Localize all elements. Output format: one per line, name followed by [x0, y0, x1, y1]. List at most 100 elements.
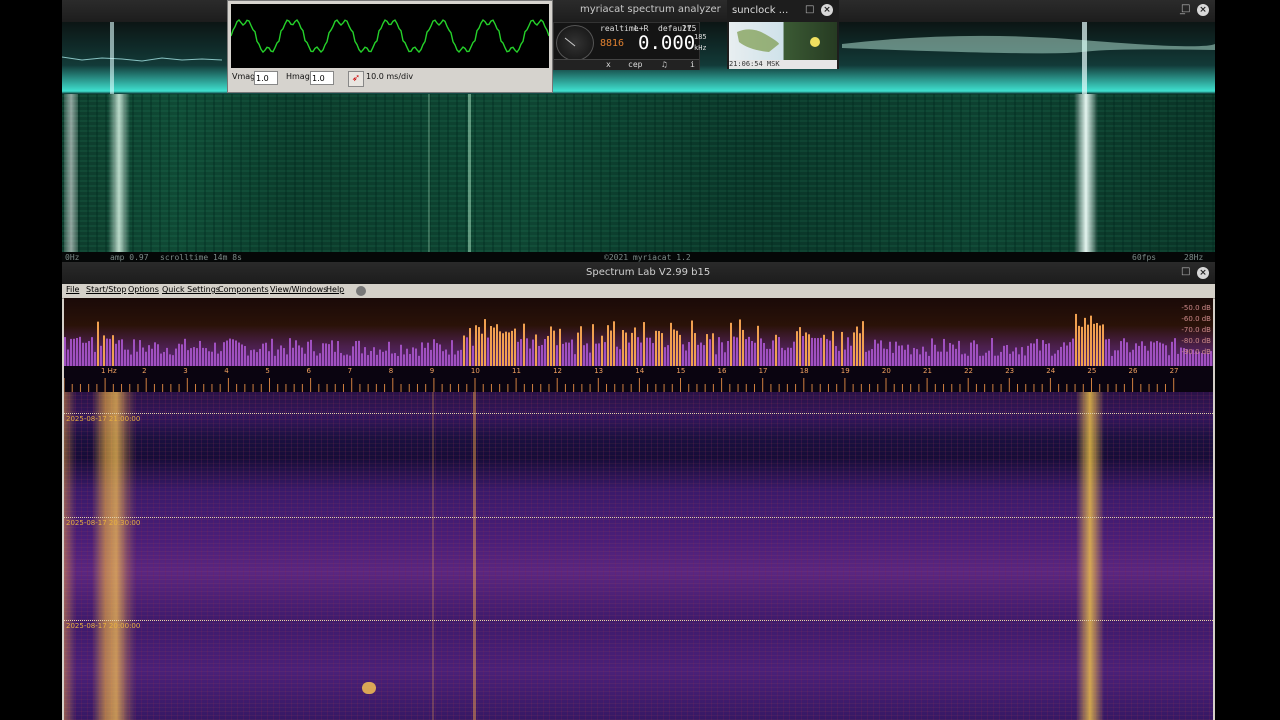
spectrum-bar [1099, 325, 1101, 366]
vmag-input[interactable] [254, 71, 278, 85]
spectrum-bar [514, 328, 516, 366]
spectrum-bar [1072, 338, 1074, 366]
maximize-icon[interactable]: □ [1181, 266, 1190, 277]
spectrum-bar [316, 355, 318, 366]
maximize-icon[interactable]: □ [805, 4, 814, 15]
spectrum-bar [139, 340, 141, 366]
spectrum-bar [490, 326, 492, 366]
spectrum-bar [319, 353, 321, 366]
spectrum-bar [268, 351, 270, 366]
status-freq-min: 0Hz [65, 253, 80, 262]
time-marker-line [64, 517, 1213, 518]
spectrum-bar [847, 337, 849, 366]
spectrum-bar [838, 350, 840, 366]
spectrum-bar [1123, 338, 1125, 366]
spectrum-bar [550, 326, 552, 366]
meter-btn-music[interactable]: ♫ [662, 60, 667, 69]
spectrum-bar [1135, 343, 1137, 366]
spectrum-bar [907, 344, 909, 366]
spectrum-bar [697, 344, 699, 366]
close-icon[interactable]: × [821, 4, 833, 16]
meter-btn-cep[interactable]: cep [628, 60, 642, 69]
signal-blob [362, 682, 376, 694]
spectrum-bar [442, 351, 444, 366]
menu-start-stop[interactable]: Start/Stop [86, 285, 126, 294]
spectrum-bar [712, 333, 714, 366]
spectrum-bar [862, 321, 864, 366]
spectrum-bar [628, 342, 630, 366]
frequency-tick-label: 3 [183, 367, 188, 375]
signal-streak [1074, 94, 1098, 252]
spectrum-bar [70, 338, 72, 366]
maximize-icon[interactable]: □ [1181, 3, 1190, 14]
spectrum-bar [1126, 342, 1128, 366]
spectrum-bar [421, 342, 423, 366]
spectrum-bar [910, 354, 912, 366]
signal-streak [64, 392, 76, 720]
signal-streak [64, 94, 78, 252]
spectrum-bar [652, 343, 654, 366]
menu-quick-settings[interactable]: Quick Settings [162, 285, 220, 294]
menu-components[interactable]: Components [218, 285, 269, 294]
spectrum-bar [220, 351, 222, 366]
frequency-tick-label: 22 [964, 367, 974, 375]
frequency-axis: 1 Hz 2 3 4 5 6 7 8 9 10 11 12 13 14 15 16 17 18 19 20 21 22 23… [64, 366, 1213, 392]
spectrum-bar [337, 341, 339, 366]
spectrum-bar [934, 344, 936, 366]
oscilloscope-trace [230, 18, 550, 54]
spectrum-bar [589, 352, 591, 366]
spectrum-bar [181, 344, 183, 366]
meter-btn-info[interactable]: i [690, 60, 695, 69]
spectrum-bar [79, 336, 81, 366]
menu-help[interactable]: Help [326, 285, 344, 294]
spectrum-bar [598, 343, 600, 366]
spectrum-bar [271, 338, 273, 366]
spectrum-bar [448, 354, 450, 366]
frequency-tick-label: 8 [388, 367, 394, 375]
trigger-cursor-button[interactable]: ➶ [348, 71, 364, 87]
spectrum-bar [616, 346, 618, 366]
spectrum-bar [1033, 343, 1035, 366]
spectrum-bar [583, 345, 585, 366]
close-icon[interactable]: × [1197, 4, 1209, 16]
menu-bar: File Start/Stop Options Quick Settings C… [62, 284, 1215, 299]
spectrum-bar [289, 338, 291, 366]
spectrum-bar [982, 355, 984, 366]
meter-btn-x[interactable]: x [606, 60, 611, 69]
signal-streak [473, 392, 476, 720]
spectrum-bar [850, 345, 852, 366]
menu-view-windows[interactable]: View/Windows [270, 285, 327, 294]
spectrum-bar [190, 348, 192, 366]
spectrum-bar [619, 349, 621, 366]
spectrum-bar [886, 349, 888, 366]
close-icon[interactable]: × [1197, 267, 1209, 279]
spectrum-bar [874, 339, 876, 366]
menu-file[interactable]: File [66, 285, 79, 294]
spectrum-lab-titlebar[interactable]: Spectrum Lab V2.99 b15 □ × [62, 262, 1215, 284]
spectrum-bar [751, 340, 753, 366]
frequency-tick-label: 15 [676, 367, 686, 375]
gauge-icon [556, 25, 594, 61]
spectrum-bar [1066, 345, 1068, 366]
spectrum-bar [205, 348, 207, 366]
spectrum-bar [1018, 354, 1020, 366]
meter-mode: realtime [600, 24, 639, 33]
spectrum-bar [94, 351, 96, 366]
spectrum-bar [376, 354, 378, 366]
spectrum-bar [298, 345, 300, 366]
spectrum-bar [679, 334, 681, 366]
spectrum-bar [178, 343, 180, 366]
frequency-tick-label: 18 [799, 367, 809, 375]
menu-options[interactable]: Options [128, 285, 159, 294]
spectrum-bar [1042, 340, 1044, 366]
spectrum-bar [388, 341, 390, 366]
spectrum-bar [100, 345, 102, 366]
spectrum-bar [778, 337, 780, 366]
spectrum-bar [715, 354, 717, 366]
signal-streak [92, 392, 136, 720]
spectrum-bar [232, 339, 234, 366]
spectrum-bar [766, 348, 768, 366]
spectrum-bar [655, 330, 657, 366]
spectrum-bar [1039, 350, 1041, 366]
hmag-input[interactable] [310, 71, 334, 85]
